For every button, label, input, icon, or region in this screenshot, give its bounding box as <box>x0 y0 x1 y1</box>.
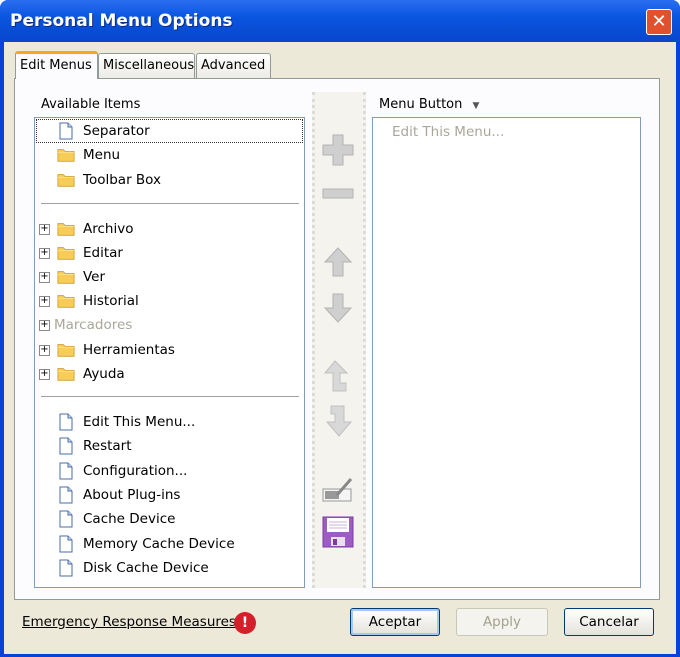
list-item-label: Ayuda <box>83 365 125 382</box>
list-item-label: Configuration... <box>83 462 188 479</box>
list-item[interactable]: Ayuda <box>57 363 125 385</box>
move-in-icon[interactable] <box>318 403 358 439</box>
list-item-label: Herramientas <box>83 341 175 358</box>
folder-icon <box>57 146 83 164</box>
page-icon <box>57 559 83 577</box>
add-icon[interactable] <box>318 132 358 168</box>
available-items-label: Available Items <box>41 97 141 112</box>
cancel-button[interactable]: Cancelar <box>564 608 654 636</box>
remove-icon[interactable] <box>318 176 358 212</box>
list-item-label: Toolbar Box <box>83 171 162 188</box>
list-item[interactable]: Cache Device <box>57 508 175 530</box>
expand-icon[interactable]: + <box>39 320 50 332</box>
divider <box>41 396 299 397</box>
list-item[interactable]: Edit This Menu... <box>57 411 195 433</box>
menu-button-label: Menu Button <box>379 97 463 112</box>
available-items-list[interactable]: Separator Menu Toolbar Box Archivo + Editar + V… <box>34 117 305 588</box>
list-item[interactable]: Separator <box>36 119 303 143</box>
expand-icon[interactable]: + <box>39 223 50 235</box>
page-icon <box>57 122 83 140</box>
move-out-icon[interactable] <box>318 358 358 394</box>
page-icon <box>57 535 83 553</box>
page-icon <box>57 437 83 455</box>
expand-icon[interactable]: + <box>39 247 50 259</box>
rename-icon[interactable] <box>318 472 358 508</box>
list-item-label: Menu <box>83 147 121 164</box>
title-bar: Personal Menu Options ✕ <box>0 0 680 42</box>
list-item-label: Cache Device <box>83 511 176 528</box>
list-item-label: Historial <box>83 293 139 310</box>
expand-icon[interactable]: + <box>39 271 50 283</box>
list-item-label: Edit This Menu... <box>83 414 196 430</box>
page-icon <box>57 486 83 504</box>
page-icon <box>57 413 83 431</box>
list-item-label: Restart <box>83 438 132 455</box>
menu-items-list[interactable]: Edit This Menu... <box>372 117 641 588</box>
expand-icon[interactable]: + <box>39 344 50 356</box>
list-item[interactable]: Editar <box>57 242 123 264</box>
list-item-label: Archivo <box>83 220 134 237</box>
page-icon <box>57 462 83 480</box>
list-item-label: Separator <box>83 123 150 139</box>
list-item[interactable]: Herramientas <box>57 339 175 361</box>
divider <box>41 203 299 204</box>
list-item[interactable]: Historial <box>57 290 139 312</box>
list-item[interactable]: Archivo <box>57 218 133 240</box>
save-icon[interactable] <box>318 514 358 550</box>
menu-button-dropdown[interactable]: Menu Button ▼ <box>379 97 479 112</box>
list-item[interactable]: Configuration... <box>57 460 187 482</box>
folder-icon <box>57 341 83 359</box>
list-item[interactable]: Disk Cache Device <box>57 557 209 579</box>
emergency-link-text: Emergency Response Measures <box>22 614 236 630</box>
tab-advanced[interactable]: Advanced <box>196 53 271 78</box>
list-item[interactable]: Ver <box>57 266 105 288</box>
list-item-label: About Plug-ins <box>83 486 181 503</box>
close-icon[interactable]: ✕ <box>646 9 672 35</box>
warning-icon: ! <box>234 612 256 634</box>
window-title: Personal Menu Options <box>10 11 233 31</box>
list-item[interactable]: Marcadores <box>54 314 132 336</box>
list-item[interactable]: Memory Cache Device <box>57 533 235 555</box>
tab-miscellaneous[interactable]: Miscellaneous <box>98 53 195 78</box>
folder-icon <box>57 268 83 286</box>
expand-icon[interactable]: + <box>39 296 50 308</box>
list-item[interactable]: Restart <box>57 435 132 457</box>
list-item[interactable]: Edit This Menu... <box>392 121 504 143</box>
list-item-label: Ver <box>83 268 106 285</box>
list-item[interactable]: About Plug-ins <box>57 484 180 506</box>
ok-button[interactable]: Aceptar <box>350 608 440 636</box>
list-item[interactable]: Menu <box>57 144 120 166</box>
folder-icon <box>57 292 83 310</box>
list-item-label: Disk Cache Device <box>83 559 209 576</box>
list-item-label: Marcadores <box>54 317 133 334</box>
list-item[interactable]: Toolbar Box <box>57 169 161 191</box>
chevron-down-icon: ▼ <box>472 101 480 111</box>
move-up-icon[interactable] <box>318 244 358 280</box>
folder-icon <box>57 171 83 189</box>
expand-icon[interactable]: + <box>39 368 50 380</box>
folder-icon <box>57 220 83 238</box>
emergency-response-link[interactable]: Emergency Response Measures <box>22 614 236 630</box>
folder-icon <box>57 365 83 383</box>
folder-icon <box>57 244 83 262</box>
apply-button[interactable]: Apply <box>456 608 548 636</box>
tab-edit-menus[interactable]: Edit Menus <box>15 51 98 79</box>
move-down-icon[interactable] <box>318 290 358 326</box>
page-icon <box>57 510 83 528</box>
list-item-label: Memory Cache Device <box>83 535 235 552</box>
list-item-label: Editar <box>83 244 123 261</box>
